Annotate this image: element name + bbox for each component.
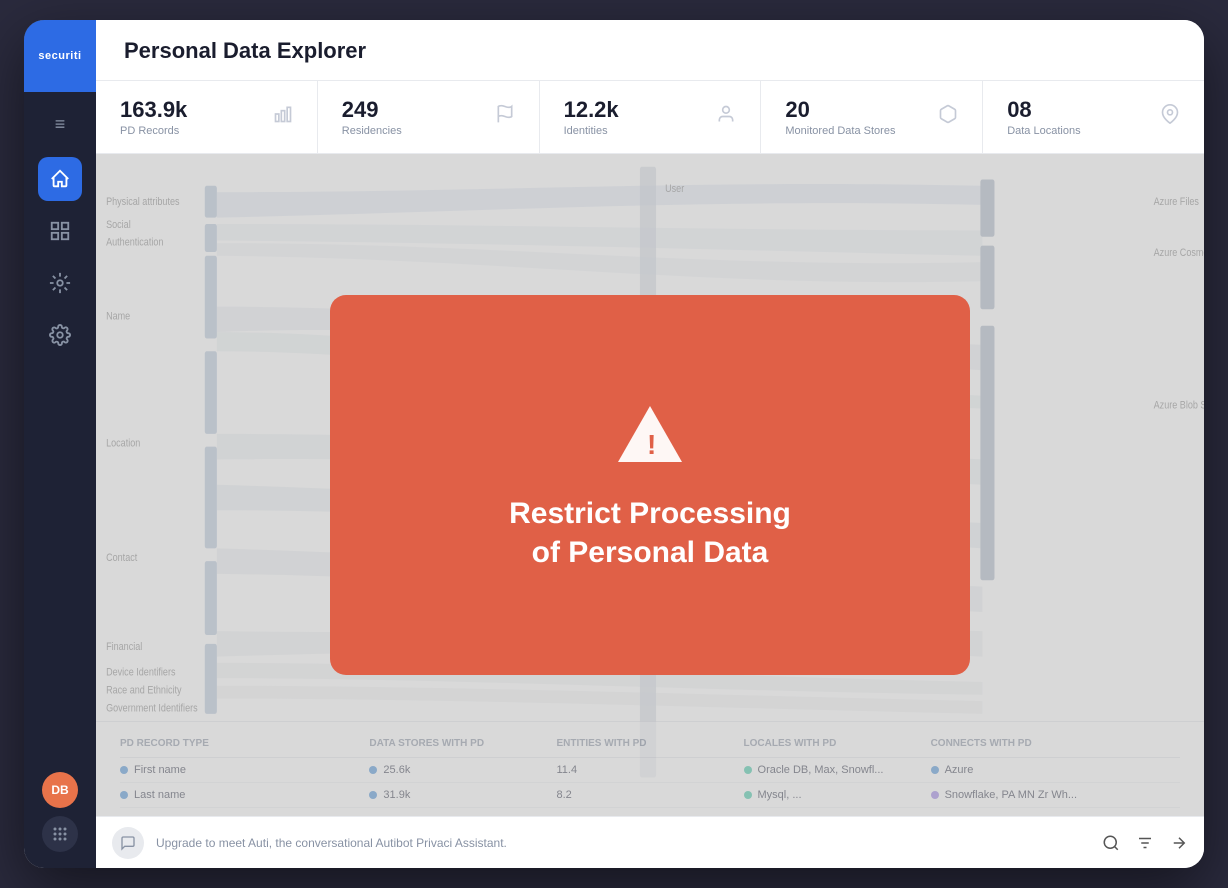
sidebar-nav	[38, 149, 82, 772]
sidebar-item-dashboard[interactable]	[38, 209, 82, 253]
page-header: Personal Data Explorer	[96, 20, 1204, 81]
stat-identities[interactable]: 12.2k Identities	[540, 81, 762, 153]
main-content: Personal Data Explorer 163.9k PD Records	[96, 20, 1204, 868]
bottom-bar-text: Upgrade to meet Auti, the conversational…	[156, 836, 1090, 850]
stat-data-stores[interactable]: 20 Monitored Data Stores	[761, 81, 983, 153]
flag-icon	[495, 104, 515, 130]
menu-toggle[interactable]: ≡	[24, 100, 96, 149]
stats-bar: 163.9k PD Records 249 Residencies	[96, 81, 1204, 154]
sidebar-bottom: DB	[42, 772, 78, 852]
stat-pd-records-label: PD Records	[120, 125, 261, 137]
modal-overlay: ! Restrict Processing of Personal Data	[96, 154, 1204, 816]
sidebar: securiti ≡	[24, 20, 96, 868]
chat-bubble-icon	[112, 827, 144, 859]
user-avatar[interactable]: DB	[42, 772, 78, 808]
stat-pd-records-value: 163.9k	[120, 97, 261, 123]
sidebar-item-settings[interactable]	[38, 313, 82, 357]
bars-icon	[273, 104, 293, 130]
grid-button[interactable]	[42, 816, 78, 852]
stat-residencies[interactable]: 249 Residencies	[318, 81, 540, 153]
person-icon	[716, 104, 736, 130]
sidebar-logo[interactable]: securiti	[24, 20, 96, 92]
restrict-processing-modal: ! Restrict Processing of Personal Data	[330, 295, 970, 675]
bottom-actions	[1102, 834, 1188, 852]
svg-text:!: !	[647, 429, 656, 460]
search-button[interactable]	[1102, 834, 1120, 852]
cube-icon	[938, 104, 958, 130]
logo-text: securiti	[38, 50, 81, 62]
stat-data-stores-value: 20	[785, 97, 926, 123]
stat-data-stores-label: Monitored Data Stores	[785, 125, 926, 137]
warning-triangle-icon: !	[614, 398, 686, 470]
stat-data-locations-label: Data Locations	[1007, 125, 1148, 137]
stat-data-locations-value: 08	[1007, 97, 1148, 123]
sidebar-item-home[interactable]	[38, 157, 82, 201]
stat-residencies-value: 249	[342, 97, 483, 123]
filter-button[interactable]	[1136, 834, 1154, 852]
stat-pd-records[interactable]: 163.9k PD Records	[96, 81, 318, 153]
stat-residencies-label: Residencies	[342, 125, 483, 137]
stat-identities-label: Identities	[564, 125, 705, 137]
modal-title: Restrict Processing of Personal Data	[509, 494, 791, 572]
pin-icon	[1160, 104, 1180, 130]
page-title: Personal Data Explorer	[124, 38, 1176, 64]
stat-identities-value: 12.2k	[564, 97, 705, 123]
bottom-bar: Upgrade to meet Auti, the conversational…	[96, 816, 1204, 868]
sidebar-item-tools[interactable]	[38, 261, 82, 305]
content-area: Physical attributes Social Authenticatio…	[96, 154, 1204, 816]
arrow-right-button[interactable]	[1170, 834, 1188, 852]
stat-data-locations[interactable]: 08 Data Locations	[983, 81, 1204, 153]
